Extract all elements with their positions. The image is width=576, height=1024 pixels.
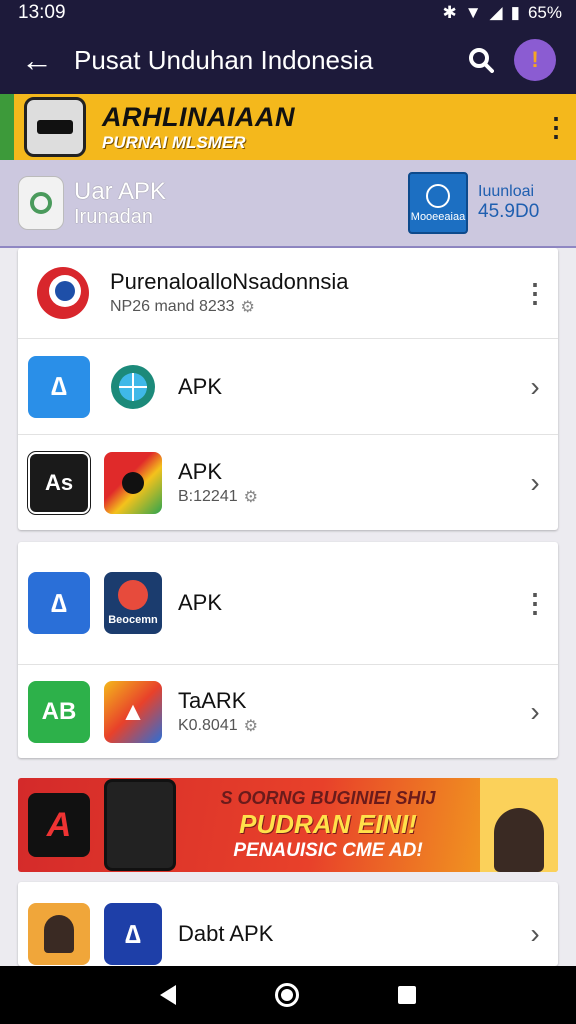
gear-icon: ⚙ (243, 488, 258, 506)
gear-icon: ⚙ (240, 299, 255, 316)
media-badge[interactable]: Mooeeaiaa (408, 172, 468, 234)
nav-home-icon[interactable] (274, 983, 299, 1007)
back-arrow-icon[interactable]: ← (0, 26, 74, 94)
list-item[interactable]: AB ▲ TaARK K0.8041 ⚙ › (18, 664, 558, 758)
app-title: TaARK (178, 687, 247, 713)
phone-image (104, 779, 176, 871)
promo-subtitle: PURNAI MLSMER (102, 132, 246, 152)
apk-a-icon: ∆ (28, 355, 90, 418)
colorful-app-icon (104, 451, 162, 514)
chevron-right-icon[interactable]: › (512, 371, 558, 403)
app-bar: ← Pusat Unduhan Indonesia ! (0, 26, 576, 94)
profile-avatar[interactable]: ! (514, 39, 556, 81)
apk-app-icon (18, 176, 64, 230)
app-subtitle: B:12241 (178, 487, 238, 505)
bluetooth-icon: ✱ (442, 3, 457, 22)
more-options-icon[interactable]: ⋮ (512, 278, 558, 309)
ad-line-3: PENAUISIC CME AD! (233, 840, 423, 861)
chevron-right-icon[interactable]: › (512, 467, 558, 499)
beocemn-app-icon: Beocemn (104, 572, 162, 634)
app-icon (32, 262, 94, 324)
account-amount: Iuunloai 45.9D0 (478, 183, 568, 223)
system-nav-bar (0, 966, 576, 1024)
promo-menu-icon[interactable]: ⋮ (536, 112, 576, 143)
amount-value: 45.9D0 (478, 201, 540, 222)
chevron-right-icon[interactable]: › (512, 696, 558, 728)
app-subtitle: NP26 mand 8233 (110, 298, 235, 315)
signal-icon: ◢ (489, 3, 503, 22)
ad-logo-icon: A (28, 793, 90, 857)
icon-label: Beocemn (108, 614, 158, 626)
promo-app-icon (24, 97, 86, 157)
list-item[interactable]: ∆ Beocemn APK ⋮ (18, 542, 558, 664)
person-app-icon (28, 903, 90, 965)
as-app-icon: As (27, 450, 91, 515)
badge-label: Mooeeaiaa (410, 210, 466, 223)
globe-app-icon (104, 355, 162, 418)
promo-banner[interactable]: ARHLINAIAAN PURNAI MLSMER ⋮ (0, 94, 576, 160)
account-title: Uar APK (74, 177, 167, 205)
wifi-icon: ▼ (464, 3, 482, 22)
presenter-image (480, 778, 558, 872)
list-item[interactable]: As APK B:12241 ⚙ › (18, 434, 558, 530)
app-list-card: ∆ Dabt APK › (18, 882, 558, 966)
search-icon[interactable] (458, 47, 504, 73)
list-item[interactable]: ∆ Dabt APK › (18, 882, 558, 966)
ad-line-1: S OORNG BUGINIEI SHIJ (220, 788, 436, 808)
chevron-right-icon[interactable]: › (512, 918, 558, 950)
list-item[interactable]: PurenaloalloNsadonnsia NP26 mand 8233 ⚙ ⋮ (18, 248, 558, 338)
app-list-card: ∆ Beocemn APK ⋮ AB ▲ TaARK K0.8041 ⚙ › (18, 542, 558, 758)
battery-icon: ▮ (510, 3, 520, 22)
ad-banner[interactable]: A S OORNG BUGINIEI SHIJ PUDRAN EINI! PEN… (18, 778, 558, 872)
app-title: APK (178, 458, 223, 484)
app-title: PurenaloalloNsadonnsia (110, 269, 349, 294)
list-item[interactable]: ∆ APK › (18, 338, 558, 434)
app-title: APK (178, 373, 223, 399)
triangle-app-icon: ▲ (104, 680, 162, 743)
compass-icon (426, 183, 450, 208)
status-bar: 13:09 ✱ ▼ ◢ ▮ 65% (0, 0, 576, 26)
app-subtitle: K0.8041 (178, 716, 238, 734)
nav-back-icon[interactable] (159, 985, 176, 1005)
app-title: Dabt APK (178, 921, 274, 946)
apk-a-icon: ∆ (28, 572, 90, 634)
app-title: Pusat Unduhan Indonesia (74, 44, 374, 75)
account-strip[interactable]: Uar APK Irunadan Mooeeaiaa Iuunloai 45.9… (0, 160, 576, 248)
app-list-card: PurenaloalloNsadonnsia NP26 mand 8233 ⚙ ⋮… (18, 248, 558, 530)
apk-a-icon: ∆ (104, 903, 162, 965)
app-title: APK (178, 590, 223, 615)
battery-percent: 65% (527, 3, 562, 22)
gear-icon: ⚙ (243, 717, 258, 735)
ab-app-icon: AB (28, 680, 90, 743)
ad-line-2: PUDRAN EINI! (239, 809, 417, 839)
nav-recents-icon[interactable] (398, 986, 417, 1004)
amount-label: Iuunloai (478, 183, 535, 200)
status-time: 13:09 (18, 2, 66, 23)
more-options-icon[interactable]: ⋮ (512, 588, 558, 619)
promo-title: ARHLINAIAAN (102, 101, 295, 132)
account-subtitle: Irunadan (74, 205, 153, 228)
